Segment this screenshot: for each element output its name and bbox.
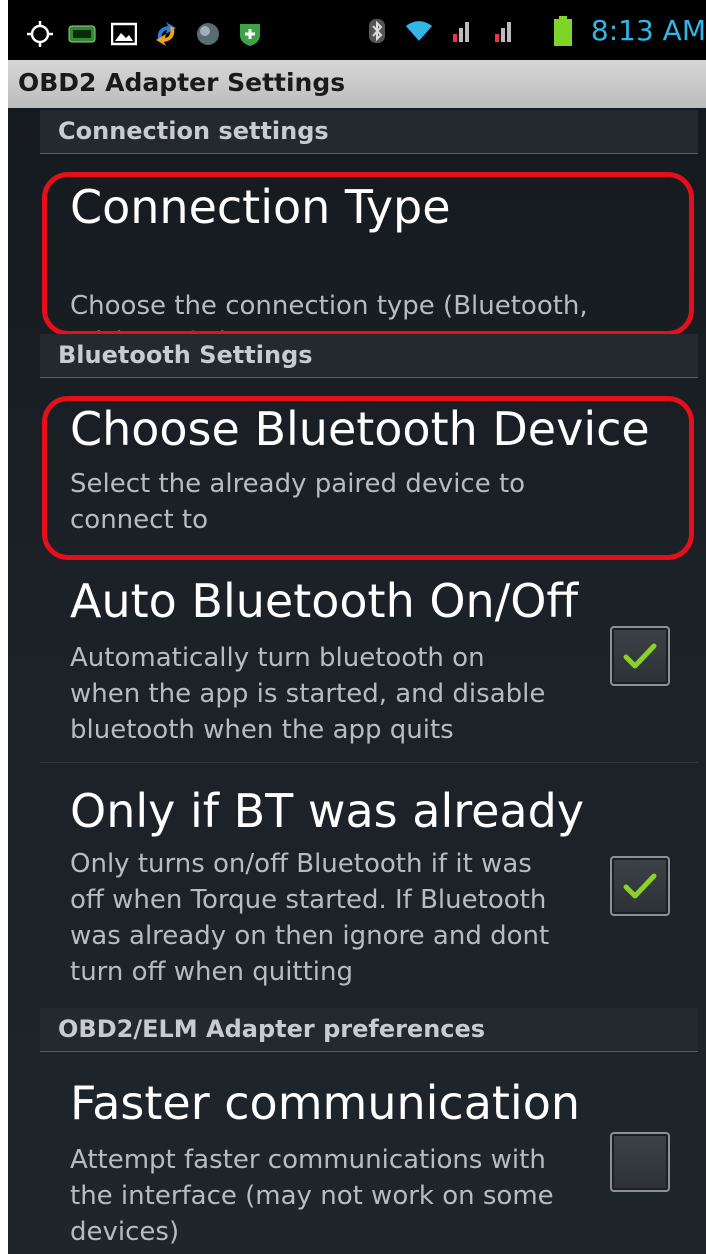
gps-icon (26, 20, 54, 48)
sync-icon (152, 20, 180, 48)
pref-summary: off when Torque started. If Bluetooth (70, 885, 547, 915)
pref-summary: was already on then ignore and dont (70, 921, 550, 951)
highlight-connection-type (42, 172, 694, 336)
pref-title: Auto Bluetooth On/Off (70, 574, 579, 628)
checkmark-icon (623, 873, 657, 899)
pref-faster-communication[interactable]: Faster communication Attempt faster comm… (40, 1054, 698, 1254)
faster-communication-checkbox[interactable] (610, 1132, 670, 1192)
status-bar: 8:13 AM (8, 0, 706, 60)
only-if-bt-checkbox[interactable] (610, 856, 670, 916)
bluetooth-icon (363, 17, 391, 45)
section-title: Bluetooth Settings (58, 341, 313, 369)
wifi-icon (405, 17, 433, 45)
highlight-choose-device (42, 396, 694, 560)
signal-icon (489, 17, 517, 45)
section-header-bluetooth: Bluetooth Settings (40, 334, 698, 378)
system-icons: 8:13 AM (363, 14, 706, 47)
signal-icon (447, 17, 475, 45)
pref-auto-bluetooth[interactable]: Auto Bluetooth On/Off Automatically turn… (40, 564, 698, 764)
pref-summary: Only turns on/off Bluetooth if it was (70, 849, 532, 879)
section-title: Connection settings (58, 117, 329, 145)
preferences-list[interactable]: Connection settings Connection Type Choo… (8, 108, 706, 1254)
checkmark-icon (623, 643, 657, 669)
page-title: OBD2 Adapter Settings (18, 68, 346, 97)
gallery-icon (110, 20, 138, 48)
pref-summary: when the app is started, and disable (70, 679, 546, 709)
pref-summary: the interface (may not work on some (70, 1181, 554, 1211)
status-time: 8:13 AM (590, 14, 706, 47)
pref-summary: turn off when quitting (70, 957, 354, 987)
section-header-adapter: OBD2/ELM Adapter preferences (40, 1008, 698, 1052)
list-divider (40, 762, 698, 763)
auto-bluetooth-checkbox[interactable] (610, 626, 670, 686)
pref-summary: bluetooth when the app quits (70, 715, 454, 745)
shield-icon (236, 20, 264, 48)
title-bar: OBD2 Adapter Settings (8, 60, 706, 108)
pref-summary: Attempt faster communications with (70, 1145, 546, 1175)
pref-summary: devices) (70, 1217, 180, 1247)
section-header-connection: Connection settings (40, 110, 698, 154)
pref-title: Faster communication (70, 1076, 580, 1130)
globe-icon (194, 20, 222, 48)
notification-icons (26, 20, 264, 48)
obd-icon (68, 20, 96, 48)
pref-only-if-bt[interactable]: Only if BT was already Only turns on/off… (40, 764, 698, 1004)
battery-icon (549, 15, 577, 46)
pref-summary: Automatically turn bluetooth on (70, 643, 485, 673)
section-title: OBD2/ELM Adapter preferences (58, 1015, 486, 1043)
pref-title: Only if BT was already (70, 784, 585, 838)
